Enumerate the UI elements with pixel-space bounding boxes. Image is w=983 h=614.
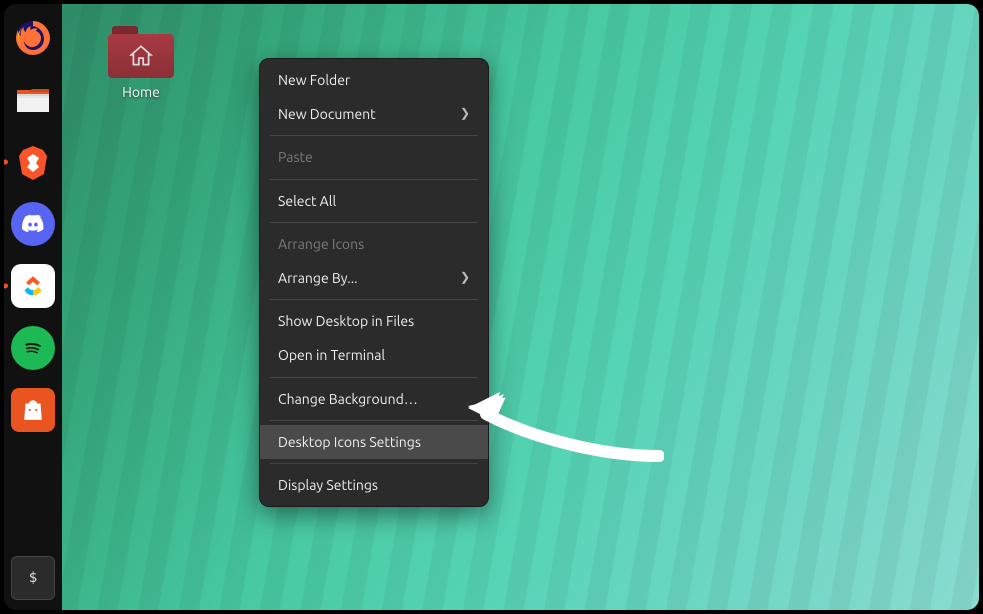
desktop-frame: $ Home New Folder New Document ❯ Paste: [4, 4, 979, 610]
dock-item-terminal[interactable]: $: [11, 556, 55, 600]
menu-item-paste: Paste: [260, 140, 488, 174]
menu-item-label: Open in Terminal: [278, 346, 385, 364]
menu-item-label: Desktop Icons Settings: [278, 433, 421, 451]
dock-item-discord[interactable]: [11, 202, 55, 246]
menu-item-label: Change Background…: [278, 390, 418, 408]
desktop-icon-home[interactable]: Home: [94, 26, 188, 100]
menu-item-arrange-icons: Arrange Icons: [260, 227, 488, 261]
terminal-icon: $: [29, 570, 37, 586]
menu-item-new-document[interactable]: New Document ❯: [260, 97, 488, 131]
running-indicator: [4, 284, 8, 289]
menu-item-select-all[interactable]: Select All: [260, 184, 488, 218]
discord-icon: [20, 211, 46, 237]
chevron-right-icon: ❯: [460, 270, 470, 286]
home-icon: [128, 43, 154, 69]
menu-separator: [270, 222, 478, 223]
chevron-right-icon: ❯: [460, 106, 470, 122]
desktop-icon-label: Home: [122, 84, 160, 100]
menu-separator: [270, 420, 478, 421]
menu-separator: [270, 135, 478, 136]
menu-item-show-desktop-in-files[interactable]: Show Desktop in Files: [260, 304, 488, 338]
menu-item-open-in-terminal[interactable]: Open in Terminal: [260, 338, 488, 372]
wallpaper[interactable]: [62, 4, 979, 610]
menu-item-label: New Folder: [278, 71, 350, 89]
files-icon: [13, 80, 53, 120]
menu-item-label: Arrange By...: [278, 269, 358, 287]
menu-item-label: Select All: [278, 192, 336, 210]
menu-item-label: Arrange Icons: [278, 235, 364, 253]
menu-item-display-settings[interactable]: Display Settings: [260, 468, 488, 502]
dock-item-clickup[interactable]: [11, 264, 55, 308]
menu-item-label: Show Desktop in Files: [278, 312, 414, 330]
running-indicator: [4, 160, 8, 165]
dock-item-spotify[interactable]: [11, 326, 55, 370]
menu-separator: [270, 377, 478, 378]
menu-separator: [270, 299, 478, 300]
menu-item-label: New Document: [278, 105, 376, 123]
menu-item-new-folder[interactable]: New Folder: [260, 63, 488, 97]
dock-item-brave[interactable]: [11, 140, 55, 184]
menu-item-label: Display Settings: [278, 476, 378, 494]
menu-item-arrange-by[interactable]: Arrange By... ❯: [260, 261, 488, 295]
menu-item-change-background[interactable]: Change Background…: [260, 382, 488, 416]
dock-item-firefox[interactable]: [11, 16, 55, 60]
menu-item-label: Paste: [278, 148, 313, 166]
clickup-icon: [19, 272, 47, 300]
dock-item-software[interactable]: [11, 388, 55, 432]
brave-icon: [13, 142, 53, 182]
dock: $: [4, 4, 62, 610]
menu-separator: [270, 179, 478, 180]
menu-separator: [270, 463, 478, 464]
folder-icon: [108, 26, 174, 78]
dock-item-files[interactable]: [11, 78, 55, 122]
firefox-icon: [13, 18, 53, 58]
spotify-icon: [20, 335, 46, 361]
shopping-bag-icon: [20, 397, 46, 423]
menu-item-desktop-icons-settings[interactable]: Desktop Icons Settings: [260, 425, 488, 459]
desktop-context-menu: New Folder New Document ❯ Paste Select A…: [259, 58, 489, 507]
